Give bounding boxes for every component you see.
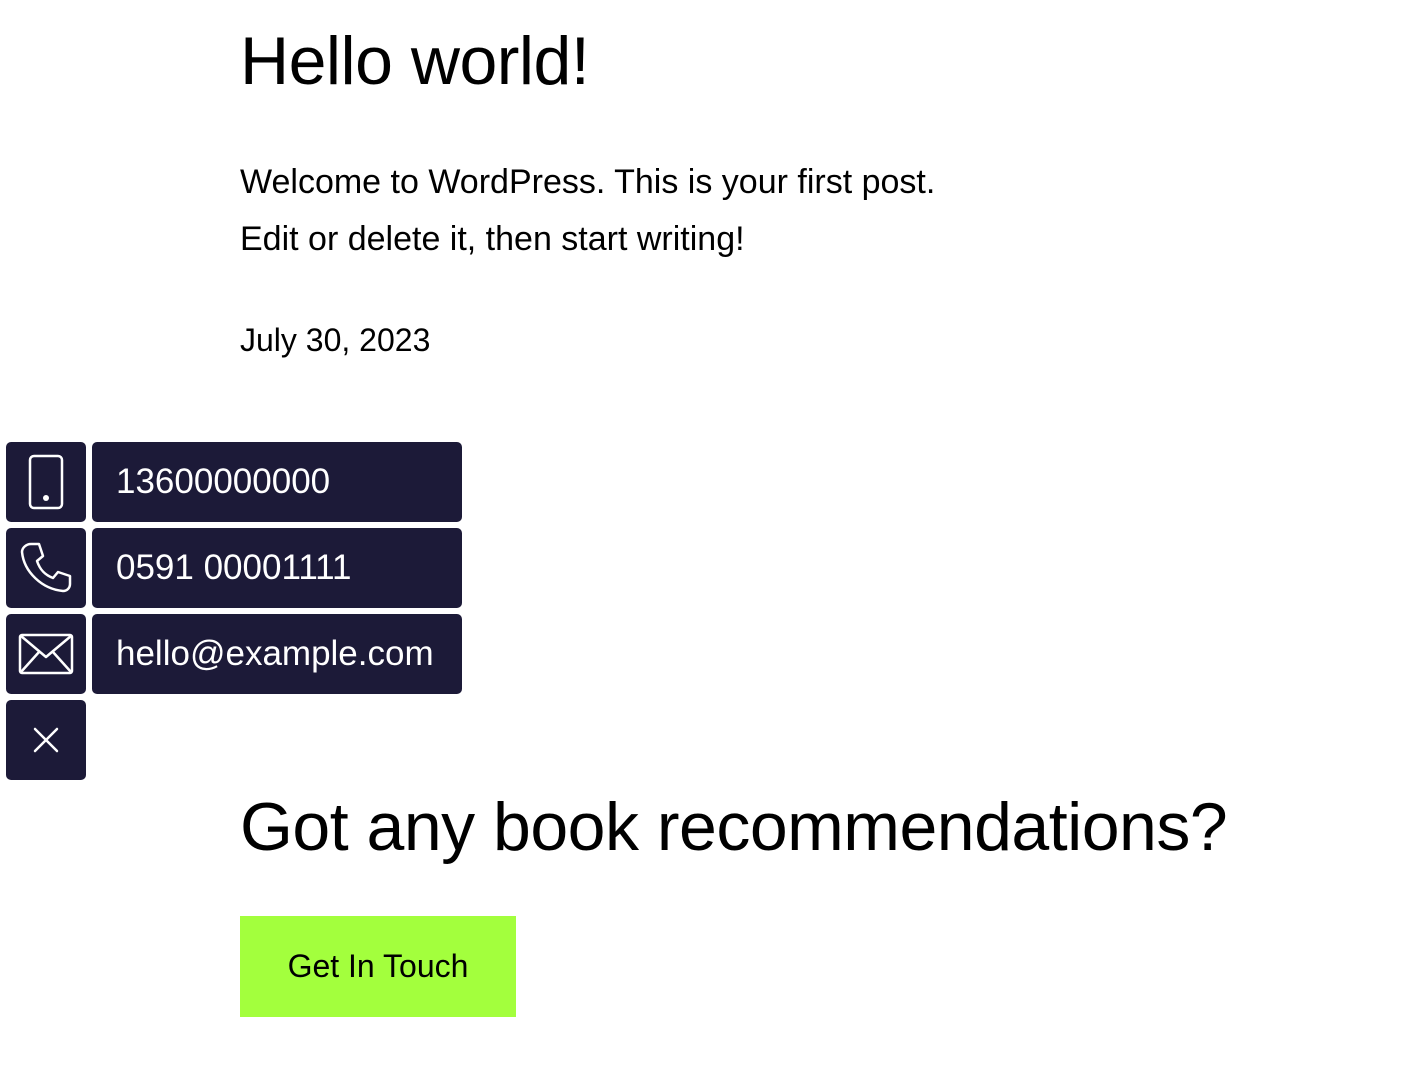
get-in-touch-button[interactable]: Get In Touch bbox=[240, 916, 516, 1017]
mobile-phone-button[interactable] bbox=[6, 442, 86, 522]
post-content: Welcome to WordPress. This is your first… bbox=[240, 154, 1020, 268]
post-content-line: Welcome to WordPress. This is your first… bbox=[240, 163, 936, 201]
post-date: July 30, 2023 bbox=[240, 322, 431, 358]
post-content-line: Edit or delete it, then start writing! bbox=[240, 220, 745, 258]
page: Hello world! Welcome to WordPress. This … bbox=[0, 0, 1420, 1080]
close-button[interactable] bbox=[6, 700, 86, 780]
email-link[interactable]: hello@example.com bbox=[92, 614, 462, 694]
close-icon bbox=[33, 727, 59, 753]
telephone-icon bbox=[20, 542, 72, 593]
envelope-icon bbox=[18, 633, 74, 675]
mobile-phone-icon bbox=[28, 454, 64, 510]
telephone-button[interactable] bbox=[6, 528, 86, 608]
telephone-link[interactable]: 0591 00001111 bbox=[92, 528, 462, 608]
post-title: Hello world! bbox=[240, 23, 590, 99]
cta-heading: Got any book recommendations? bbox=[240, 789, 1228, 865]
mobile-phone-link[interactable]: 13600000000 bbox=[92, 442, 462, 522]
email-button[interactable] bbox=[6, 614, 86, 694]
